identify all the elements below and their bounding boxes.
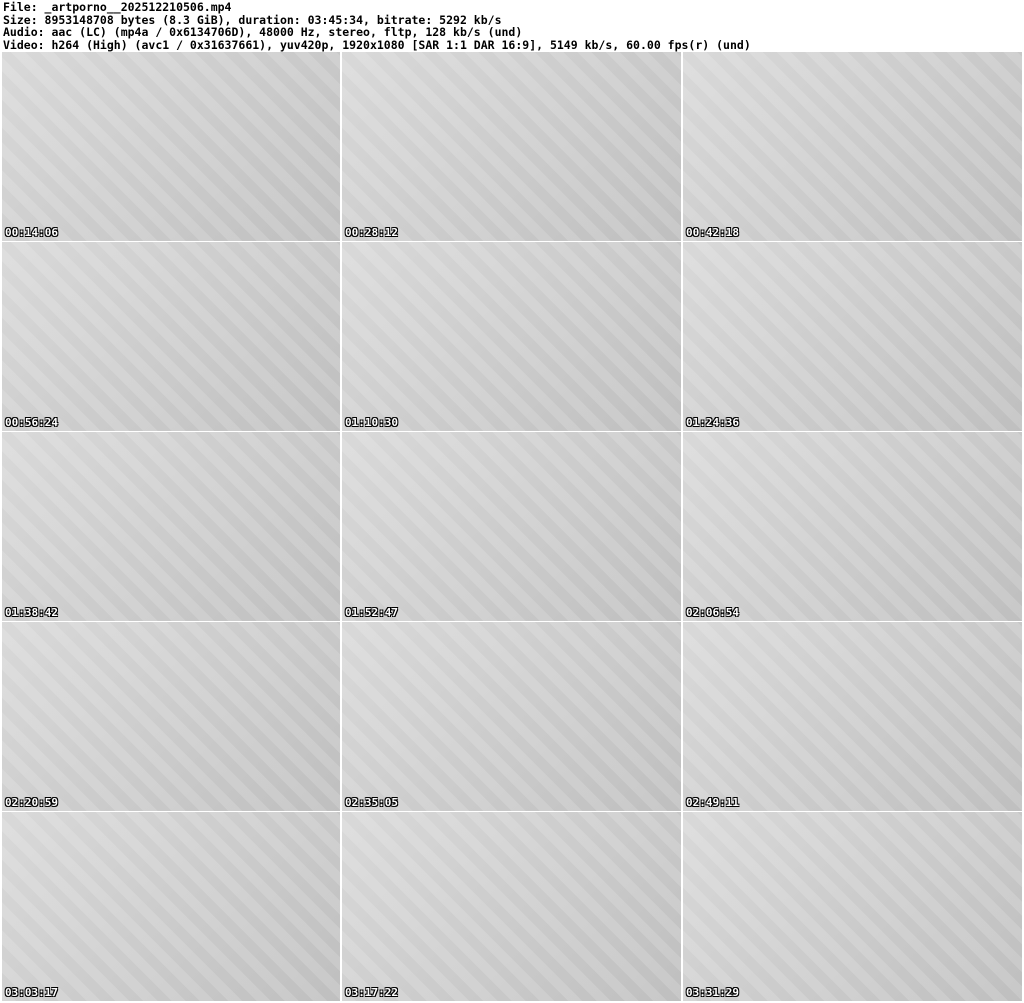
- frame-timestamp: 01:38:42: [5, 606, 58, 619]
- frame-timestamp: 02:35:05: [345, 796, 398, 809]
- frame-timestamp: 01:52:47: [345, 606, 398, 619]
- frame-timestamp: 00:42:18: [686, 226, 739, 239]
- frame-timestamp: 02:20:59: [5, 796, 58, 809]
- file-info-header: File: _artporno__202512210506.mp4 Size: 8…: [3, 1, 751, 51]
- thumbnail-grid: 00:14:06 00:28:12 00:42:18 00:56:24 01:10:30…: [2, 52, 1022, 1002]
- thumbnail-frame: 01:24:36: [683, 242, 1022, 431]
- frame-timestamp: 00:14:06: [5, 226, 58, 239]
- thumbnail-frame: 00:28:12: [342, 52, 681, 241]
- thumbnail-frame: 01:52:47: [342, 432, 681, 621]
- thumbnail-frame: 03:17:22: [342, 812, 681, 1001]
- frame-timestamp: 02:06:54: [686, 606, 739, 619]
- frame-timestamp: 00:56:24: [5, 416, 58, 429]
- frame-timestamp: 03:17:22: [345, 986, 398, 999]
- thumbnail-frame: 00:14:06: [2, 52, 340, 241]
- frame-timestamp: 00:28:12: [345, 226, 398, 239]
- thumbnail-frame: 02:06:54: [683, 432, 1022, 621]
- thumbnail-frame: 01:10:30: [342, 242, 681, 431]
- video-info: Video: h264 (High) (avc1 / 0x31637661), …: [3, 37, 751, 52]
- frame-timestamp: 03:03:17: [5, 986, 58, 999]
- thumbnail-frame: 03:03:17: [2, 812, 340, 1001]
- frame-timestamp: 01:10:30: [345, 416, 398, 429]
- thumbnail-frame: 03:31:29: [683, 812, 1022, 1001]
- thumbnail-frame: 02:49:11: [683, 622, 1022, 811]
- thumbnail-frame: 00:42:18: [683, 52, 1022, 241]
- frame-timestamp: 03:31:29: [686, 986, 739, 999]
- thumbnail-frame: 00:56:24: [2, 242, 340, 431]
- thumbnail-frame: 01:38:42: [2, 432, 340, 621]
- file-name: File: _artporno__202512210506.mp4: [3, 0, 232, 14]
- thumbnail-frame: 02:20:59: [2, 622, 340, 811]
- frame-timestamp: 02:49:11: [686, 796, 739, 809]
- thumbnail-frame: 02:35:05: [342, 622, 681, 811]
- frame-timestamp: 01:24:36: [686, 416, 739, 429]
- audio-info: Audio: aac (LC) (mp4a / 0x6134706D), 480…: [3, 25, 523, 39]
